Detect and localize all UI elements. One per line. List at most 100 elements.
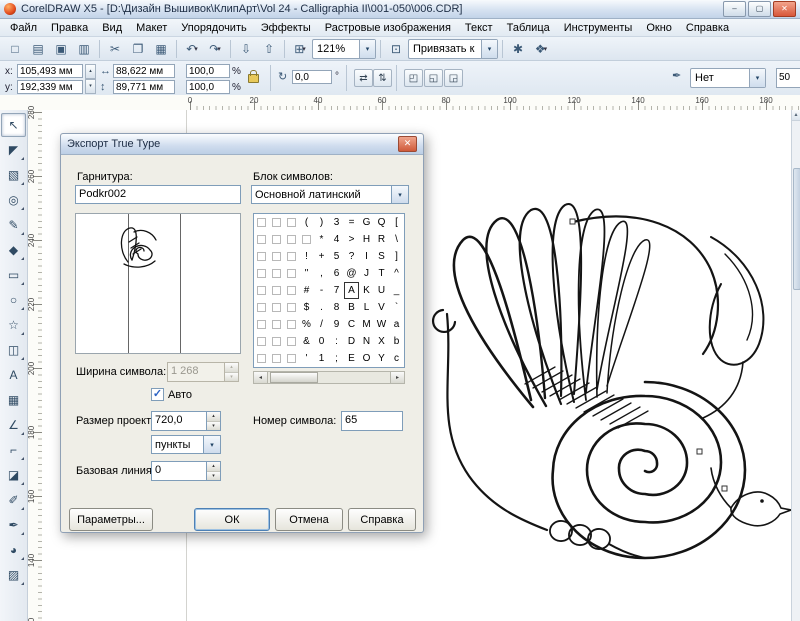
cut-icon[interactable]: ✂ xyxy=(104,38,126,60)
glyph-cell[interactable]: V xyxy=(374,299,389,316)
symbol-number-input[interactable]: 65 xyxy=(341,411,403,431)
smart-fill-tool[interactable]: ◆ xyxy=(1,238,26,262)
glyph-cell[interactable]: a xyxy=(389,316,404,333)
export-icon[interactable]: ⇧ xyxy=(258,38,280,60)
spin-down-icon[interactable]: ▾ xyxy=(207,422,220,431)
chevron-down-icon[interactable]: ▾ xyxy=(302,45,306,53)
glyph-cell[interactable] xyxy=(254,316,269,333)
glyph-cell[interactable]: K xyxy=(359,282,374,299)
glyph-cell[interactable]: Q xyxy=(374,214,389,231)
glyph-cell[interactable]: H xyxy=(359,231,374,248)
glyph-cell[interactable]: ( xyxy=(299,214,314,231)
glyph-cell[interactable] xyxy=(269,214,284,231)
glyph-cell[interactable]: X xyxy=(374,333,389,350)
glyph-cell[interactable]: * xyxy=(314,231,329,248)
glyph-cell[interactable] xyxy=(284,350,299,367)
eyedropper-tool[interactable]: ✐ xyxy=(1,488,26,512)
lock-ratio-icon[interactable] xyxy=(248,74,259,83)
glyph-cell[interactable] xyxy=(269,231,284,248)
rotation-angle-field[interactable]: 0,0 xyxy=(292,70,332,84)
menu-item-8[interactable]: Текст xyxy=(458,20,500,36)
glyph-cell[interactable] xyxy=(269,248,284,265)
object-width-field[interactable]: 88,622 мм xyxy=(113,64,175,78)
glyph-cell[interactable]: - xyxy=(314,282,329,299)
spin-up-icon[interactable]: ▴ xyxy=(207,412,220,422)
glyph-cell[interactable]: ! xyxy=(299,248,314,265)
glyph-cell[interactable]: O xyxy=(359,350,374,367)
glyph-cell[interactable]: . xyxy=(314,299,329,316)
menu-item-12[interactable]: Справка xyxy=(679,20,736,36)
glyph-cell[interactable] xyxy=(254,265,269,282)
mirror-horizontal-button[interactable]: ⇄ xyxy=(354,69,373,87)
horizontal-ruler[interactable]: 020406080100120140160180 xyxy=(0,95,800,111)
options-icon[interactable]: ✱ xyxy=(507,38,529,60)
glyph-cell[interactable]: 1 xyxy=(314,350,329,367)
vertical-ruler[interactable]: 280260240220200180160140120 xyxy=(28,110,43,621)
glyph-cell[interactable]: [ xyxy=(389,214,404,231)
glyph-cell[interactable]: Y xyxy=(374,350,389,367)
spin-up-icon[interactable]: ▴ xyxy=(207,462,220,472)
glyph-cell[interactable]: : xyxy=(329,333,344,350)
edge-field[interactable]: 50 xyxy=(776,68,800,88)
snap-options-icon[interactable]: ⊡ xyxy=(385,38,407,60)
glyph-cell[interactable] xyxy=(254,231,269,248)
rectangle-tool[interactable]: ▭ xyxy=(1,263,26,287)
dimension-tool[interactable]: ∠ xyxy=(1,413,26,437)
save-icon[interactable]: ▣ xyxy=(50,38,72,60)
design-size-spinner[interactable]: 720,0 ▴▾ xyxy=(151,411,221,431)
glyph-cell[interactable]: S xyxy=(374,248,389,265)
ellipse-tool[interactable]: ○ xyxy=(1,288,26,312)
print-icon[interactable]: ▥ xyxy=(73,38,95,60)
units-combo[interactable]: пункты ▾ xyxy=(151,435,221,454)
glyph-grid-scrollbar[interactable]: ◂ ▸ xyxy=(253,371,405,384)
y-position-field[interactable]: 192,339 мм xyxy=(17,80,83,94)
glyph-cell[interactable]: D xyxy=(344,333,359,350)
fill-tool[interactable]: ◕ xyxy=(1,538,26,562)
vertical-scrollbar[interactable]: ▴ xyxy=(791,110,800,621)
glyph-cell[interactable]: G xyxy=(359,214,374,231)
to-back-button[interactable]: ◲ xyxy=(444,69,463,87)
welcome-screen-icon[interactable]: ❖▾ xyxy=(530,38,552,60)
glyph-cell[interactable]: 0 xyxy=(314,333,329,350)
glyph-cell[interactable]: C xyxy=(344,316,359,333)
close-button[interactable]: ✕ xyxy=(773,1,796,17)
glyph-cell[interactable]: % xyxy=(299,316,314,333)
symbol-block-combo[interactable]: Основной латинский ▾ xyxy=(251,185,409,204)
undo-icon[interactable]: ↶▾ xyxy=(181,38,203,60)
chevron-down-icon[interactable]: ▾ xyxy=(544,45,548,53)
glyph-cell[interactable]: B xyxy=(344,299,359,316)
node-handle[interactable] xyxy=(570,219,575,224)
text-tool[interactable]: А xyxy=(1,363,26,387)
glyph-cell[interactable]: ; xyxy=(329,350,344,367)
glyph-cell[interactable]: \ xyxy=(389,231,404,248)
glyph-cell[interactable] xyxy=(254,282,269,299)
glyph-cell[interactable]: ] xyxy=(389,248,404,265)
menu-item-11[interactable]: Окно xyxy=(639,20,679,36)
menu-item-2[interactable]: Правка xyxy=(44,20,95,36)
chevron-down-icon[interactable]: ▾ xyxy=(391,186,408,203)
glyph-cell[interactable] xyxy=(254,214,269,231)
zoom-level-combo[interactable]: 121%▾ xyxy=(312,39,376,59)
glyph-cell[interactable] xyxy=(284,265,299,282)
glyph-cell[interactable]: c xyxy=(389,350,404,367)
design-size-value[interactable]: 720,0 xyxy=(151,411,207,431)
glyph-cell[interactable]: 4 xyxy=(329,231,344,248)
x-position-field[interactable]: 105,493 мм xyxy=(17,64,83,78)
scroll-right-icon[interactable]: ▸ xyxy=(390,372,404,383)
glyph-cell[interactable] xyxy=(269,265,284,282)
menu-item-1[interactable]: Файл xyxy=(3,20,44,36)
app-launcher-icon[interactable]: ⊞▾ xyxy=(289,38,311,60)
auto-checkbox[interactable]: ✓ Авто xyxy=(151,388,192,401)
glyph-cell[interactable]: ` xyxy=(389,299,404,316)
glyph-cell[interactable] xyxy=(284,333,299,350)
glyph-cell[interactable]: # xyxy=(299,282,314,299)
glyph-cell[interactable]: + xyxy=(314,248,329,265)
scrollbar-thumb[interactable] xyxy=(270,372,318,383)
glyph-cell[interactable]: $ xyxy=(299,299,314,316)
glyph-cell[interactable] xyxy=(269,282,284,299)
spin-up-icon[interactable]: ▴ xyxy=(85,64,96,79)
menu-item-3[interactable]: Вид xyxy=(95,20,129,36)
minimize-button[interactable]: – xyxy=(723,1,746,17)
glyph-cell[interactable]: " xyxy=(299,265,314,282)
glyph-cell[interactable]: W xyxy=(374,316,389,333)
